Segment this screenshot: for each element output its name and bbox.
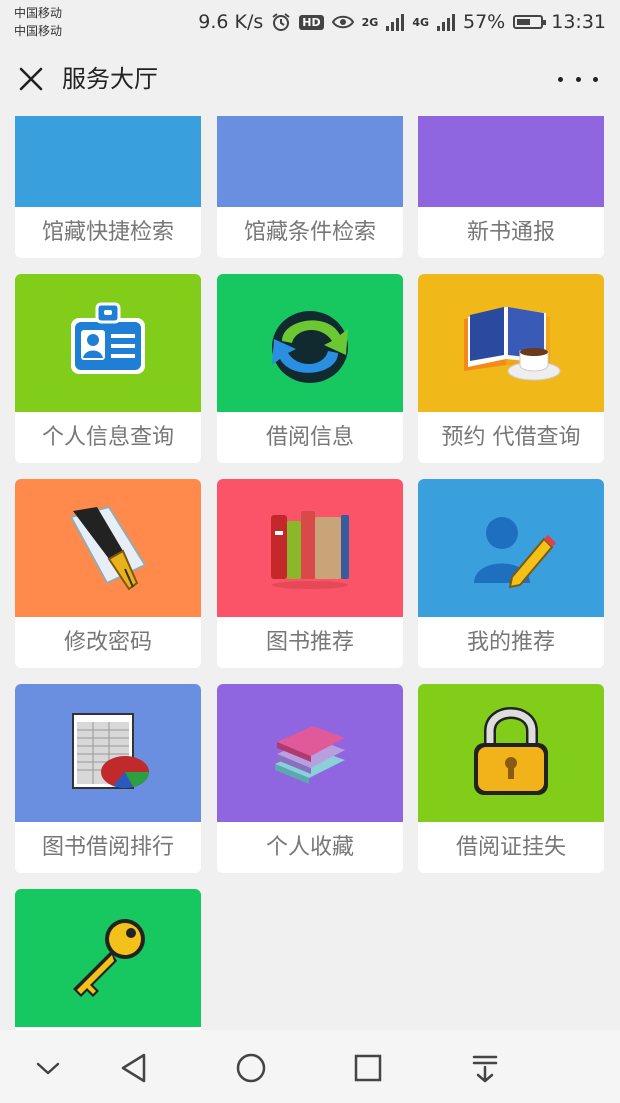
battery-percent: 57% [463, 11, 506, 33]
network-speed: 9.6 K/s [198, 11, 264, 33]
service-tile[interactable]: 借阅证挂失 [418, 684, 604, 873]
status-bar: 中国移动 中国移动 9.6 K/s HD 2G 4G 57% 13:31 [0, 0, 620, 44]
tile-label: 借阅信息 [265, 425, 354, 450]
close-icon[interactable] [14, 62, 48, 96]
net-type-1: 2G [361, 15, 379, 29]
tile-icon-area [15, 684, 201, 822]
padlock-icon [466, 705, 556, 801]
tile-label: 馆藏快捷检索 [41, 220, 174, 245]
tile-icon-area [15, 274, 201, 412]
battery-fill [517, 19, 530, 25]
system-nav-bar [0, 1030, 620, 1103]
top-bar: 服务大厅 [0, 44, 620, 116]
service-tile[interactable]: 借阅信息 [217, 274, 403, 463]
search-quick-icon [78, 116, 138, 129]
tile-icon-area [418, 479, 604, 617]
page-title: 服务大厅 [62, 65, 158, 93]
tile-icon-area [15, 116, 201, 207]
service-tile[interactable]: 预约 代借查询 [418, 274, 604, 463]
new-book-icon [481, 116, 541, 129]
service-tile[interactable]: 个人信息查询 [15, 274, 201, 463]
service-tile[interactable]: 我的推荐 [418, 479, 604, 668]
tile-label: 图书借阅排行 [41, 835, 174, 860]
books-icon [265, 503, 355, 593]
book-coffee-icon [456, 295, 566, 391]
service-tile[interactable]: 图书借阅排行 [15, 684, 201, 873]
carrier-info: 中国移动 中国移动 [14, 4, 62, 40]
book-stack-icon [265, 708, 355, 798]
eye-icon [331, 15, 354, 29]
service-tile[interactable]: 图书推荐 [217, 479, 403, 668]
carrier-2: 中国移动 [14, 24, 63, 38]
battery-icon [513, 15, 547, 29]
refresh-arrows-icon [262, 295, 358, 391]
tile-label: 预约 代借查询 [441, 425, 581, 450]
tile-icon-area [217, 479, 403, 617]
net-type-2: 4G [412, 15, 429, 29]
service-tile[interactable]: 多功能预约系统 [15, 889, 201, 1030]
clock: 13:31 [551, 11, 606, 33]
signal-1-icon [386, 13, 405, 31]
chevron-down-icon[interactable] [28, 1048, 68, 1088]
spreadsheet-chart-icon [63, 708, 153, 798]
service-tile[interactable]: 修改密码 [15, 479, 201, 668]
tile-label: 个人信息查询 [41, 425, 174, 450]
carrier-1: 中国移动 [14, 6, 63, 20]
status-icons: 9.6 K/s HD 2G 4G 57% 13:31 [198, 8, 606, 36]
tile-label: 馆藏条件检索 [243, 220, 376, 245]
service-tile[interactable]: 馆藏条件检索 [217, 116, 403, 258]
hd-icon: HD [299, 14, 324, 30]
tile-label: 修改密码 [63, 630, 152, 655]
signal-2-icon [437, 13, 455, 31]
service-tile[interactable]: 馆藏快捷检索 [15, 116, 201, 258]
tile-icon-area [418, 274, 604, 412]
notification-pulldown-icon[interactable] [465, 1048, 505, 1088]
tile-label: 新书通报 [466, 220, 555, 245]
tile-icon-area [217, 116, 403, 207]
service-tile[interactable]: 个人收藏 [217, 684, 403, 873]
tile-label: 个人收藏 [265, 835, 354, 860]
tile-icon-area [217, 684, 403, 822]
search-condition-icon [280, 116, 340, 129]
service-grid: 馆藏快捷检索 馆藏条件检索 新书通报个人信息查询 借阅信息 预约 代借查询修改密码 图书推… [0, 116, 620, 1030]
key-icon [63, 913, 153, 1003]
tile-icon-area [217, 274, 403, 412]
back-icon[interactable] [114, 1048, 154, 1088]
more-options-button[interactable] [558, 64, 598, 94]
tile-label: 图书推荐 [265, 630, 354, 655]
tile-icon-area [418, 684, 604, 822]
alarm-icon [272, 13, 290, 31]
tile-icon-area [15, 889, 201, 1027]
user-pencil-icon [466, 503, 556, 593]
tile-label: 借阅证挂失 [455, 835, 566, 860]
tile-icon-area [418, 116, 604, 207]
id-card-icon [63, 298, 153, 388]
home-icon[interactable] [231, 1048, 271, 1088]
tile-label: 我的推荐 [466, 630, 555, 655]
service-tile[interactable]: 新书通报 [418, 116, 604, 258]
tile-icon-area [15, 479, 201, 617]
recents-icon[interactable] [348, 1048, 388, 1088]
fountain-pen-icon [63, 503, 153, 593]
